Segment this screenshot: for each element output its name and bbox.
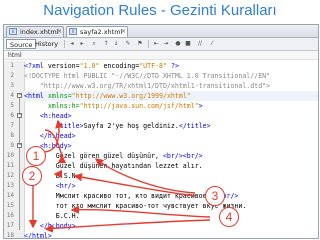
code-line: Ммслит красиво тот, кто видит красивое. … xyxy=(24,192,239,200)
stop-macro-icon[interactable]: ■ xyxy=(184,40,192,48)
callout-badge-2: 2 xyxy=(22,166,42,186)
line-number: 4 xyxy=(10,92,14,99)
xhtml-file-icon: X xyxy=(9,28,17,35)
ide-editor-window: X index.xhtml × X sayfa2.xhtml × Source … xyxy=(3,24,319,239)
line-number: 6 xyxy=(10,112,14,119)
editor-tab-bar: X index.xhtml × X sayfa2.xhtml × xyxy=(4,25,318,38)
code-line: тот кто ммслит красиво-тот чувствует вку… xyxy=(24,202,247,210)
close-tab-icon[interactable]: × xyxy=(121,27,126,37)
code-line: Güzel gören güzel düşünür, <br/><br/> xyxy=(24,152,203,160)
line-number: 7 xyxy=(10,122,14,129)
line-number: 13 xyxy=(6,182,14,189)
line-number: 3 xyxy=(10,82,14,89)
history-view-button[interactable]: History xyxy=(32,39,61,49)
tab-label: index.xhtml xyxy=(20,28,59,36)
prev-occurrence-icon[interactable]: ↑ xyxy=(102,40,110,48)
close-tab-icon[interactable]: × xyxy=(57,27,62,37)
line-number: 11 xyxy=(6,162,14,169)
line-number: 18 xyxy=(6,232,14,239)
callout-badge-3: 3 xyxy=(205,186,225,206)
line-number: 2 xyxy=(10,72,14,79)
shift-left-icon[interactable]: ⇤ xyxy=(152,40,160,48)
line-number: 16 xyxy=(6,212,14,219)
line-number: 5 xyxy=(10,102,14,109)
tab-sayfa2-xhtml[interactable]: X sayfa2.xhtml × xyxy=(66,26,128,37)
line-number: 14 xyxy=(6,192,14,199)
code-line: </h:head> xyxy=(39,132,76,140)
code-line: xmlns:h="http://java.sun.com/jsf/html"> xyxy=(47,102,203,110)
slide-title: Navigation Rules - Gezinti Kuralları xyxy=(43,2,277,19)
code-line: <h:body> xyxy=(39,142,72,150)
code-line: B.S.N. xyxy=(24,172,80,180)
line-number: 15 xyxy=(6,202,14,209)
code-line: </h:body> xyxy=(39,222,76,230)
tab-label: sayfa2.xhtml xyxy=(80,28,123,36)
code-line: Güzel düşünen hayatından lezzet alır. xyxy=(24,162,203,170)
callout-badge-1: 1 xyxy=(26,146,46,166)
fold-collapse-icon[interactable]: − xyxy=(17,113,22,118)
fold-collapse-icon[interactable]: − xyxy=(17,93,22,98)
record-macro-icon[interactable]: ● xyxy=(174,40,182,48)
fold-collapse-icon[interactable]: − xyxy=(17,143,22,148)
find-icon[interactable]: ⌕ xyxy=(90,40,98,48)
line-number: 1 xyxy=(10,62,14,69)
code-line: <html xmlns="http://www.w3.org/1999/xhtm… xyxy=(24,91,318,101)
line-number: 10 xyxy=(6,152,14,159)
code-editor[interactable]: <?xml version="1.0" encoding="UTF-8" ?> … xyxy=(24,61,318,238)
back-icon[interactable]: ◂ xyxy=(68,40,76,48)
line-number: 12 xyxy=(6,172,14,179)
code-line: </html> xyxy=(24,232,52,238)
code-line: <!DOCTYPE html PUBLIC "-//W3C//DTD XHTML… xyxy=(24,72,271,80)
line-number: 17 xyxy=(6,222,14,229)
xhtml-file-icon: X xyxy=(69,28,77,35)
editor-toolbar: Source History ◂ ▸ ⌕ ↑ ↓ ✎ ⚑ ⇤ ⇥ ● ■ // … xyxy=(4,38,318,51)
callout-badge-4: 4 xyxy=(219,207,239,227)
forward-icon[interactable]: ▸ xyxy=(78,40,86,48)
tab-index-xhtml[interactable]: X index.xhtml × xyxy=(6,26,64,37)
line-number-gutter: 1 2 3 4 5 6 7 8 9 10 11 12 13 14 15 16 1… xyxy=(4,61,25,238)
code-line: <title>Sayfa 2'ye hoş geldiniz.</title> xyxy=(55,122,211,130)
line-number: 9 xyxy=(10,142,14,149)
toolbar-separator xyxy=(64,40,65,48)
line-number: 8 xyxy=(10,132,14,139)
shift-right-icon[interactable]: ⇥ xyxy=(162,40,170,48)
code-line: "http://www.w3.org/TR/xhtml1/DTD/xhtml1-… xyxy=(24,82,271,90)
next-occurrence-icon[interactable]: ↓ xyxy=(112,40,120,48)
comment-icon[interactable]: // xyxy=(196,40,204,48)
code-line: <h:head> xyxy=(39,112,72,120)
code-line: <hr/> xyxy=(55,182,76,190)
breadcrumb: html xyxy=(4,51,318,60)
uncomment-icon[interactable]: ⁄ xyxy=(208,40,216,48)
toggle-bookmark-icon[interactable]: ⚑ xyxy=(136,40,144,48)
toolbar-separator xyxy=(148,40,149,48)
code-line: <?xml version="1.0" encoding="UTF-8" ?> xyxy=(24,62,179,70)
code-line: Б.С.Н. xyxy=(24,212,80,220)
toggle-highlight-icon[interactable]: ✎ xyxy=(124,40,132,48)
